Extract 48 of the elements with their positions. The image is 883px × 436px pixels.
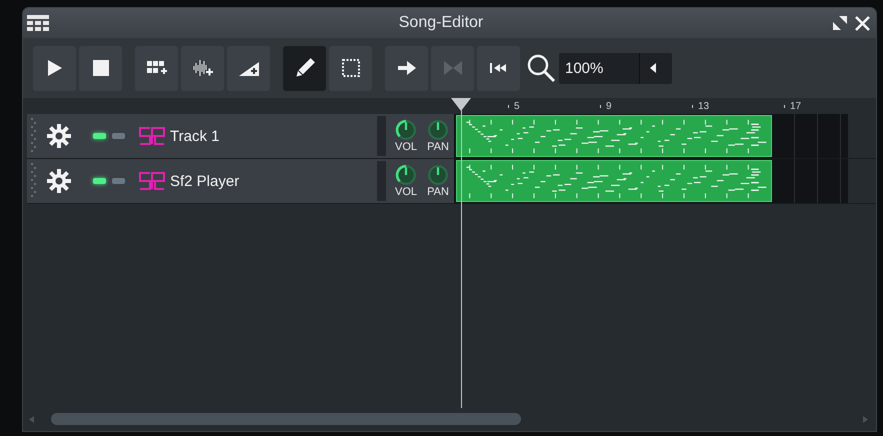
gear-icon[interactable]	[47, 124, 71, 148]
bowtie-icon	[442, 58, 462, 78]
add-beat-button[interactable]	[135, 46, 178, 90]
knob-label: PAN	[427, 186, 449, 198]
select-mode-button[interactable]	[329, 46, 372, 90]
stop-button[interactable]	[79, 46, 122, 90]
bar-number: 13	[698, 100, 710, 112]
knob-label: PAN	[427, 141, 449, 153]
resize-icon[interactable]	[833, 16, 847, 30]
window-title: Song-Editor	[398, 14, 484, 32]
bar-number: 17	[790, 100, 802, 112]
caret-icon	[650, 63, 656, 73]
knob-label: VOL	[394, 141, 417, 153]
zoom-combobox[interactable]: 100%	[559, 52, 672, 84]
add-sample-button[interactable]	[181, 46, 224, 90]
drag-handle-icon[interactable]	[31, 118, 37, 154]
bar-number: 5	[514, 100, 520, 112]
knob-label: VOL	[394, 186, 417, 198]
knob-icon[interactable]	[427, 164, 449, 186]
add-automation-button[interactable]	[227, 46, 270, 90]
draw-mode-button[interactable]	[283, 46, 326, 90]
track-name[interactable]: Sf2 Player	[170, 172, 377, 190]
arrow-right-icon	[396, 58, 416, 78]
rewind-button[interactable]	[477, 46, 520, 90]
search-icon	[526, 53, 556, 83]
soundfont-icon	[139, 127, 165, 145]
level-meter	[377, 161, 386, 201]
follow-button[interactable]	[385, 46, 428, 90]
grid-icon	[27, 15, 49, 31]
track-name[interactable]: Track 1	[170, 128, 377, 144]
dotted-rectangle-icon	[340, 58, 360, 78]
knob-icon[interactable]	[395, 119, 417, 141]
timeline-ruler[interactable]: 5 9 13 17	[27, 98, 876, 114]
pattern-clip[interactable]	[456, 160, 772, 202]
scrollbar-thumb[interactable]	[51, 413, 521, 425]
knob-icon[interactable]	[395, 164, 417, 186]
bar-number: 9	[606, 100, 612, 112]
gear-icon[interactable]	[47, 169, 71, 193]
waveform-plus-icon	[192, 58, 212, 78]
knob-icon[interactable]	[427, 119, 449, 141]
drag-handle-icon[interactable]	[31, 163, 37, 199]
stop-icon	[90, 58, 110, 78]
play-button[interactable]	[33, 46, 76, 90]
level-meter	[377, 116, 386, 156]
pencil-icon	[294, 58, 314, 78]
pattern-clip[interactable]	[456, 115, 772, 157]
soundfont-icon	[139, 172, 165, 190]
close-icon[interactable]	[855, 16, 870, 30]
